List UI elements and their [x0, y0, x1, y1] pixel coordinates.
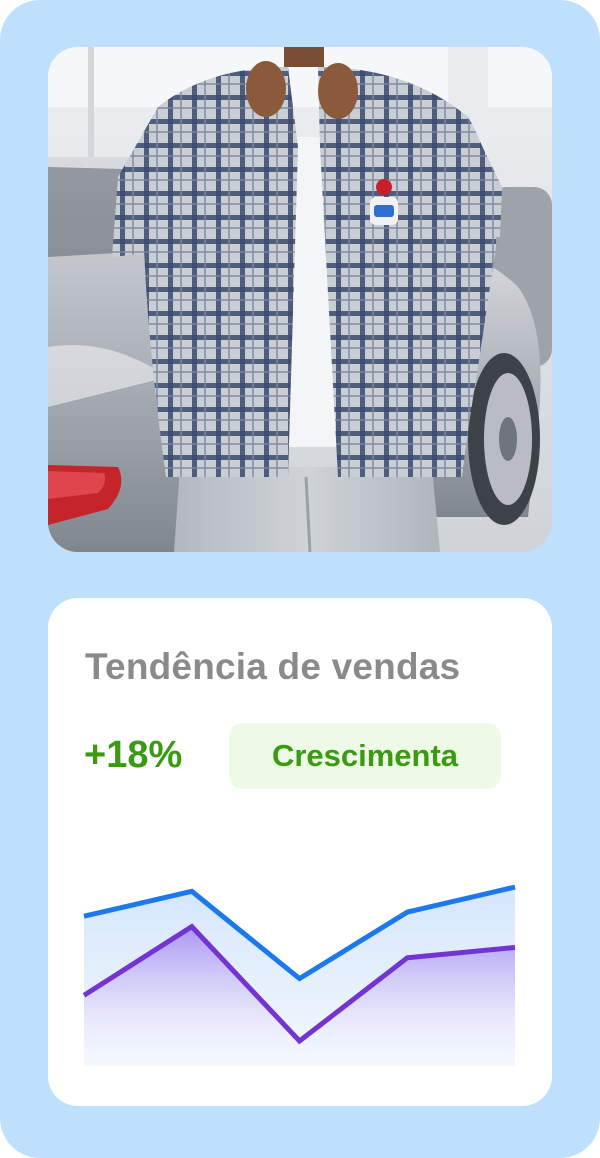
- growth-badge: Crescimenta: [229, 723, 501, 789]
- product-image: [48, 47, 552, 552]
- product-photo[interactable]: [48, 47, 552, 552]
- app-frame: Tendência de vendas +18% Crescimenta: [0, 0, 600, 1158]
- trend-change-value: +18%: [84, 734, 183, 776]
- sales-trend-chart: [82, 884, 516, 1066]
- trend-title: Tendência de vendas: [85, 646, 461, 687]
- sales-trend-card: Tendência de vendas +18% Crescimenta: [48, 598, 552, 1106]
